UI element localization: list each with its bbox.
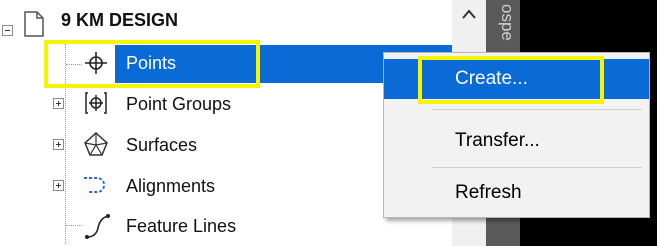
alignment-icon — [84, 177, 106, 193]
side-tab-label: ospe — [498, 4, 517, 41]
highlight-box-create — [418, 56, 604, 104]
tree-item-point-groups[interactable]: Point Groups — [126, 93, 231, 115]
feature-line-icon — [85, 214, 110, 239]
highlight-box-points — [44, 40, 260, 88]
menu-separator — [432, 167, 642, 168]
drawing-icon — [24, 11, 44, 37]
scroll-up-arrow-icon[interactable] — [460, 6, 478, 24]
tree-item-surfaces[interactable]: Surfaces — [126, 134, 197, 156]
expand-alignments-toggle[interactable] — [53, 180, 64, 191]
tree-root-label[interactable]: 9 KM DESIGN — [61, 9, 178, 31]
tree-item-feature-lines[interactable]: Feature Lines — [126, 215, 236, 237]
tree-guide-line — [66, 225, 82, 226]
expand-surfaces-toggle[interactable] — [53, 139, 64, 150]
menu-item-refresh-label: Refresh — [455, 182, 522, 203]
menu-item-transfer[interactable]: Transfer... — [384, 121, 649, 161]
expand-point-groups-toggle[interactable] — [53, 98, 64, 109]
menu-item-refresh[interactable]: Refresh — [384, 173, 649, 213]
menu-separator — [432, 109, 642, 110]
tree-item-alignments[interactable]: Alignments — [126, 175, 215, 197]
menu-item-transfer-label: Transfer... — [455, 130, 540, 151]
collapse-root-toggle[interactable] — [2, 25, 13, 36]
point-group-icon — [85, 92, 107, 114]
surface-icon — [84, 131, 108, 156]
